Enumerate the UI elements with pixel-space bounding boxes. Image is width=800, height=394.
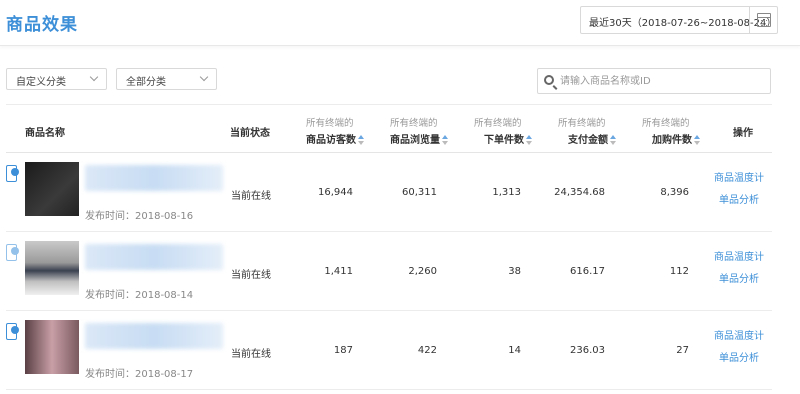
publish-time: 发布时间：2018-08-16 (85, 211, 194, 222)
cart-value: 112 (669, 266, 689, 277)
col-header-sub: 所有终端的 (558, 118, 606, 129)
table-header: 商品名称 当前状态 所有终端的 商品访客数 所有终端的 商品浏览量 所有终端的 … (6, 104, 772, 153)
paid-value: 236.03 (570, 345, 605, 356)
product-table: 商品名称 当前状态 所有终端的 商品访客数 所有终端的 商品浏览量 所有终端的 … (6, 104, 772, 390)
orders-value: 38 (508, 266, 521, 277)
orders-value: 1,313 (492, 187, 521, 198)
col-header-label: 商品访客数 (306, 135, 356, 146)
table-row: 发布时间：2018-08-14 当前在线 1,411 2,260 38 616.… (6, 232, 772, 311)
visitors-value: 16,944 (318, 187, 353, 198)
table-row: 发布时间：2018-08-17 当前在线 187 422 14 236.03 2… (6, 311, 772, 390)
product-thumbnail[interactable] (25, 241, 79, 295)
col-header-sub: 所有终端的 (474, 118, 522, 129)
col-header-label: 下单件数 (484, 135, 524, 146)
row-actions: 商品温度计 单品分析 (711, 331, 767, 375)
page-title: 商品效果 (6, 15, 78, 35)
cart-value: 27 (676, 345, 689, 356)
col-header-sub: 所有终端的 (642, 118, 690, 129)
date-range-picker[interactable]: 最近30天（2018-07-26~2018-08-24） (580, 6, 778, 34)
visitors-value: 1,411 (324, 266, 353, 277)
status-text: 当前在线 (231, 349, 271, 360)
all-category-value: 全部分类 (126, 77, 166, 88)
visitors-value: 187 (333, 345, 353, 356)
views-value: 422 (417, 345, 437, 356)
item-analysis-link[interactable]: 单品分析 (711, 353, 767, 365)
col-header-actions: 操作 (733, 128, 753, 139)
col-header-cart[interactable]: 所有终端的 加购件数 (642, 115, 700, 146)
col-header-label: 加购件数 (652, 135, 692, 146)
thermometer-link[interactable]: 商品温度计 (711, 252, 767, 264)
publish-time: 发布时间：2018-08-17 (85, 369, 194, 380)
search-input[interactable] (560, 73, 760, 89)
thermometer-link[interactable]: 商品温度计 (711, 173, 767, 185)
col-header-status: 当前状态 (230, 128, 270, 139)
calendar-button[interactable] (749, 7, 777, 33)
paid-value: 24,354.68 (554, 187, 605, 198)
sort-icon[interactable] (442, 135, 448, 145)
publish-time: 发布时间：2018-08-14 (85, 290, 194, 301)
mobile-icon (6, 244, 19, 261)
product-title-blurred[interactable] (85, 165, 223, 191)
cart-value: 8,396 (660, 187, 689, 198)
col-header-visitors[interactable]: 所有终端的 商品访客数 (306, 115, 364, 146)
custom-category-value: 自定义分类 (16, 77, 66, 88)
page-header: 商品效果 最近30天（2018-07-26~2018-08-24） (0, 0, 800, 46)
product-thumbnail[interactable] (25, 162, 79, 216)
status-text: 当前在线 (231, 270, 271, 281)
mobile-check-icon (6, 165, 19, 182)
sort-icon[interactable] (610, 135, 616, 145)
orders-value: 14 (508, 345, 521, 356)
calendar-icon (757, 13, 771, 27)
col-header-sub: 所有终端的 (390, 118, 438, 129)
row-actions: 商品温度计 单品分析 (711, 252, 767, 296)
col-header-label: 支付金额 (568, 135, 608, 146)
col-header-name: 商品名称 (25, 128, 65, 139)
col-header-views[interactable]: 所有终端的 商品浏览量 (390, 115, 448, 146)
views-value: 2,260 (408, 266, 437, 277)
col-header-paid[interactable]: 所有终端的 支付金额 (558, 115, 616, 146)
col-header-label: 商品浏览量 (390, 135, 440, 146)
chevron-down-icon (89, 72, 99, 82)
search-icon (544, 75, 554, 85)
sort-icon[interactable] (526, 135, 532, 145)
views-value: 60,311 (402, 187, 437, 198)
product-search[interactable] (537, 68, 771, 94)
col-header-orders[interactable]: 所有终端的 下单件数 (474, 115, 532, 146)
thermometer-link[interactable]: 商品温度计 (711, 331, 767, 343)
sort-icon[interactable] (694, 135, 700, 145)
product-title-blurred[interactable] (85, 244, 223, 270)
sort-icon[interactable] (358, 135, 364, 145)
custom-category-select[interactable]: 自定义分类 (6, 68, 107, 90)
product-title-blurred[interactable] (85, 323, 223, 349)
mobile-check-icon (6, 323, 19, 340)
table-row: 发布时间：2018-08-16 当前在线 16,944 60,311 1,313… (6, 153, 772, 232)
item-analysis-link[interactable]: 单品分析 (711, 195, 767, 207)
paid-value: 616.17 (570, 266, 605, 277)
status-text: 当前在线 (231, 191, 271, 202)
all-category-select[interactable]: 全部分类 (116, 68, 217, 90)
chevron-down-icon (199, 72, 209, 82)
product-thumbnail[interactable] (25, 320, 79, 374)
col-header-sub: 所有终端的 (306, 118, 354, 129)
row-actions: 商品温度计 单品分析 (711, 173, 767, 217)
item-analysis-link[interactable]: 单品分析 (711, 274, 767, 286)
